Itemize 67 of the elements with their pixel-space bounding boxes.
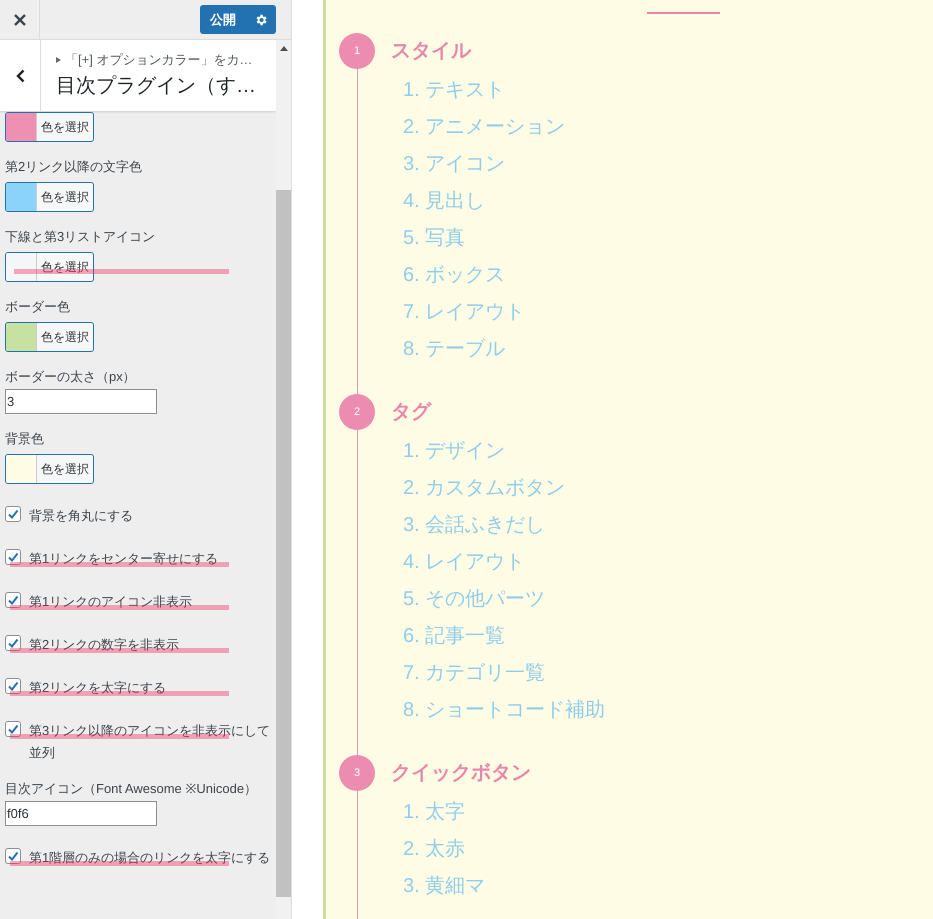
checkbox-label: 第3リンク以降のアイコンを非表示にして並列	[29, 722, 272, 762]
color-picker-button[interactable]: 色を選択	[5, 454, 94, 484]
checkbox[interactable]	[5, 848, 21, 864]
toc-heading-link[interactable]: クイックボタン	[391, 758, 531, 788]
checkbox-label: 第1リンクをセンター寄せにする	[29, 550, 220, 568]
field-label: ボーダー色	[5, 298, 71, 316]
checkbox-label: 第1リンクのアイコン非表示	[29, 593, 194, 611]
toc-link[interactable]: 4. レイアウト	[403, 544, 526, 581]
toc-link[interactable]: 7. レイアウト	[403, 294, 526, 331]
toc-link[interactable]: 1. 太字	[403, 794, 466, 831]
toc-link[interactable]: 5. その他パーツ	[403, 581, 546, 618]
triangle-icon	[56, 56, 61, 63]
checkbox[interactable]	[5, 721, 21, 737]
toc-link[interactable]: 6. ボックス	[403, 257, 506, 294]
checkbox-label: 第2リンクの数字を非表示	[29, 636, 180, 654]
toc-link[interactable]: 3. 黄細マ	[403, 868, 486, 905]
checkbox-label: 背景を角丸にする	[29, 507, 134, 525]
toc-link[interactable]: 2. 太赤	[403, 831, 466, 868]
field-label: ボーダーの太さ（px）	[5, 368, 137, 386]
check-icon	[7, 637, 19, 649]
check-icon	[7, 680, 19, 692]
input-field[interactable]: f0f6	[5, 801, 157, 826]
color-picker-button[interactable]: 色を選択	[5, 182, 94, 212]
check-icon	[7, 594, 19, 606]
toc-link[interactable]: 1. テキスト	[403, 72, 506, 109]
check-icon	[7, 551, 19, 563]
toc-heading-link[interactable]: タグ	[391, 397, 431, 427]
toc-link[interactable]: 2. カスタムボタン	[403, 470, 566, 507]
toc-link[interactable]: 3. 会話ふきだし	[403, 507, 546, 544]
check-icon	[7, 850, 19, 862]
color-picker-button[interactable]: 色を選択	[5, 252, 94, 282]
check-icon	[7, 723, 19, 735]
scrollbar-thumb[interactable]	[276, 190, 291, 897]
toc-link[interactable]: 7. カテゴリ一覧	[403, 655, 546, 692]
toc-link[interactable]: 8. ショートコード補助	[403, 692, 606, 729]
checkbox-label: 第1階層のみの場合のリンクを太字にする	[29, 849, 272, 867]
toc-link[interactable]: 6. 記事一覧	[403, 618, 506, 655]
section-title: 目次プラグイン（す…	[56, 74, 256, 98]
section-number-badge: 3	[339, 755, 375, 791]
check-icon	[7, 508, 19, 520]
color-picker-button[interactable]: 色を選択	[5, 112, 94, 142]
checkbox[interactable]	[5, 678, 21, 694]
scroll-up-icon[interactable]	[280, 46, 288, 51]
field-label: 目次アイコン（Font Awesome ※Unicode）	[5, 780, 258, 798]
input-field[interactable]: 3	[5, 389, 157, 414]
toc-link[interactable]: 8. テーブル	[403, 331, 506, 368]
toc-link[interactable]: 3. アイコン	[403, 146, 506, 183]
settings-icon	[254, 12, 268, 26]
color-picker-button[interactable]: 色を選択	[5, 322, 94, 352]
toc-link[interactable]: 2. アニメーション	[403, 109, 566, 146]
breadcrumb: 「[+] オプションカラー」をカ…	[65, 51, 252, 69]
field-label: 背景色	[5, 430, 45, 448]
back-icon	[16, 68, 24, 82]
checkbox-label: 第2リンクを太字にする	[29, 679, 168, 697]
checkbox[interactable]	[5, 506, 21, 522]
field-label: 下線と第3リストアイコン	[5, 228, 156, 246]
toc-heading-link[interactable]: スタイル	[391, 36, 471, 66]
checkbox[interactable]	[5, 592, 21, 608]
toc-link[interactable]: 1. デザイン	[403, 433, 506, 470]
section-number-badge: 2	[339, 394, 375, 430]
close-icon	[14, 14, 26, 26]
checkbox[interactable]	[5, 549, 21, 565]
toc-link[interactable]: 4. 見出し	[403, 183, 486, 220]
checkbox[interactable]	[5, 635, 21, 651]
section-number-badge: 1	[339, 33, 375, 69]
toc-link[interactable]: 5. 写真	[403, 220, 466, 257]
field-label: 第2リンク以降の文字色	[5, 158, 144, 176]
